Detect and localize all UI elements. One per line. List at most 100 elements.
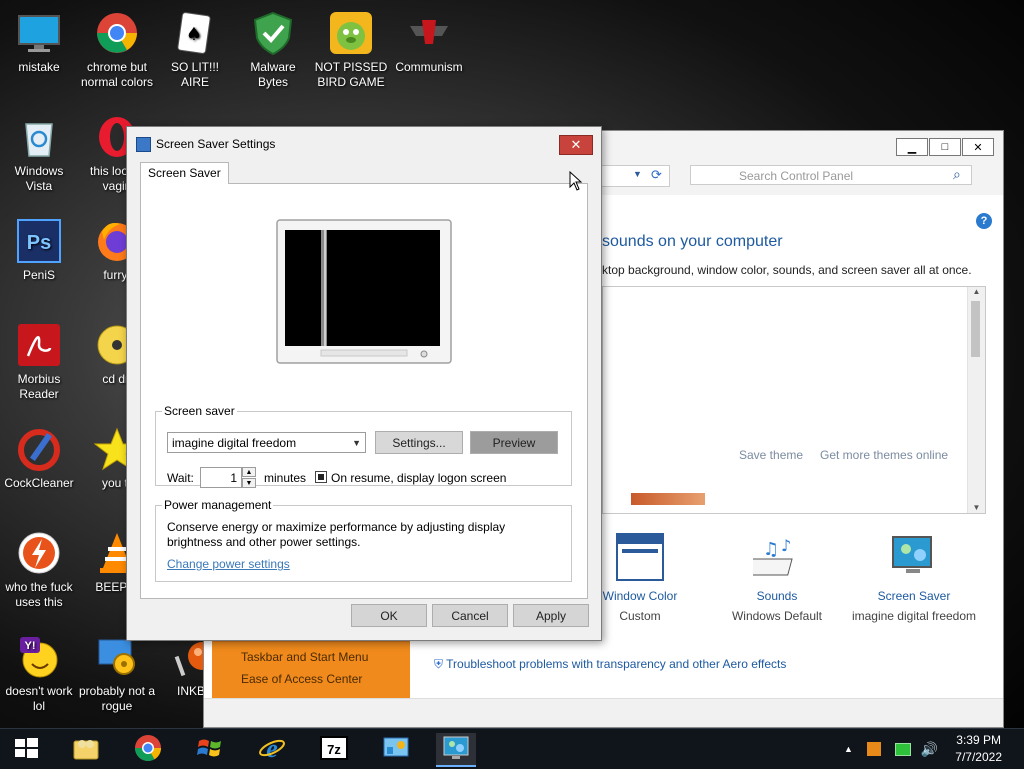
desktop-icon-label: PeniS (22, 268, 56, 282)
volume-icon[interactable]: 🔊 (921, 741, 938, 758)
see-also-ease-of-access-link[interactable]: Ease of Access Center (212, 672, 410, 686)
desktop-icon-label: mistake (18, 60, 60, 74)
window-color-icon (616, 533, 664, 581)
desktop-icon-windows-vista[interactable]: Windows Vista (0, 104, 78, 194)
taskbar-control-panel[interactable] (376, 733, 416, 765)
preview-button[interactable]: Preview (470, 431, 558, 454)
taskbar-internet-explorer[interactable]: e (252, 733, 292, 765)
page-subtitle: ktop background, window color, sounds, a… (602, 263, 972, 277)
taskbar-file-explorer[interactable] (66, 733, 106, 765)
svg-text:Y!: Y! (25, 640, 36, 652)
scroll-thumb[interactable] (971, 301, 980, 357)
resume-label: On resume, display logon screen (331, 471, 507, 485)
file-explorer-icon (71, 733, 101, 766)
desktop-icon-cockcleaner[interactable]: CockCleaner (0, 416, 78, 491)
desktop-icon-morbius-reader[interactable]: Morbius Reader (0, 312, 78, 402)
get-more-themes-link[interactable]: Get more themes online (820, 448, 948, 462)
help-icon[interactable]: ? (976, 213, 992, 229)
show-hidden-icons-icon[interactable]: ▲ (844, 744, 853, 754)
clock[interactable]: 3:39 PM 7/7/2022 (955, 732, 1002, 766)
maximize-button[interactable]: □ (929, 138, 961, 156)
desktop-icon-mistake[interactable]: mistake (0, 0, 78, 75)
chrome-icon (133, 733, 163, 766)
cancel-button[interactable]: Cancel (432, 604, 508, 627)
settings-button[interactable]: Settings... (375, 431, 463, 454)
taskbar-7zip[interactable]: 7z (314, 733, 354, 765)
screen-saver-select[interactable]: imagine digital freedom ▼ (167, 432, 366, 453)
address-dropdown[interactable]: ▼ ⟳ (594, 165, 670, 187)
spin-down-icon[interactable]: ▼ (242, 478, 256, 488)
windows-xp-icon (195, 733, 225, 766)
status-bar (204, 698, 1003, 727)
sounds-item[interactable]: ♫ ♪ Sounds Windows Default (707, 533, 847, 623)
screen-saver-settings-dialog[interactable]: Screen Saver Settings ✕ Screen Saver Scr… (126, 126, 602, 641)
minutes-label: minutes (264, 471, 307, 485)
desktop-icon-chrome[interactable]: chrome but normal colors (78, 0, 156, 90)
start-icon (11, 733, 41, 766)
clock-time: 3:39 PM (956, 733, 1001, 747)
desktop-icon-label: CockCleaner (4, 476, 74, 490)
dialog-close-button[interactable]: ✕ (559, 135, 593, 155)
svg-text:♪: ♪ (781, 536, 791, 555)
refresh-icon[interactable]: ⟳ (651, 167, 662, 183)
desktop-icon-penis[interactable]: Ps PeniS (0, 208, 78, 283)
start-button[interactable] (6, 733, 46, 765)
resume-checkbox[interactable] (315, 471, 327, 483)
see-also-taskbar-link[interactable]: Taskbar and Start Menu (212, 650, 410, 664)
screen-saver-title: Screen Saver (877, 589, 951, 603)
desktop-icon-malware-bytes[interactable]: Malware Bytes (234, 0, 312, 90)
photoshop-icon: Ps (16, 218, 62, 264)
change-power-settings-link[interactable]: Change power settings (167, 557, 290, 571)
bird-game-icon (328, 10, 374, 56)
close-icon: ✕ (973, 141, 983, 154)
search-icon[interactable]: ⌕ (953, 166, 961, 183)
yahoo-messenger-icon: Y! (16, 634, 62, 680)
screen-saver-group: Screen saver imagine digital freedom ▼ S… (155, 404, 572, 488)
page-title: sounds on your computer (602, 233, 783, 250)
search-input[interactable]: Search Control Panel (690, 165, 972, 185)
chrome-icon (94, 10, 140, 56)
taskbar: e 7z ▲ 🔊 3:39 PM 7/7/2022 (0, 728, 1024, 769)
shield-icon (250, 10, 296, 56)
spin-up-icon[interactable]: ▲ (242, 467, 256, 477)
taskbar-screen-saver[interactable] (436, 733, 476, 767)
desktop-icon-communism[interactable]: Communism (390, 0, 468, 75)
svg-text:Ps: Ps (27, 232, 51, 254)
dialog-title: Screen Saver Settings (156, 137, 276, 151)
chevron-down-icon: ▼ (633, 169, 642, 179)
scroll-down-icon[interactable]: ▼ (968, 503, 985, 512)
network-icon[interactable] (894, 742, 911, 756)
troubleshoot-link[interactable]: ⛨ Troubleshoot problems with transparenc… (434, 657, 786, 672)
close-button[interactable]: ✕ (962, 138, 994, 156)
svg-text:7z: 7z (327, 742, 341, 757)
mouse-cursor-icon (569, 170, 583, 191)
theme-list[interactable]: ▲ ▼ Save theme Get more themes online (602, 286, 986, 514)
desktop-icon-doesnt-work-lol[interactable]: Y! doesn't work lol (0, 624, 78, 714)
apply-button[interactable]: Apply (513, 604, 589, 627)
control-panel-icon (381, 733, 411, 766)
wait-spinner[interactable]: 1 ▲ ▼ (200, 467, 258, 488)
desktop-icon-who-the-fuck-uses-this[interactable]: who the fuck uses this (0, 520, 78, 610)
svg-text:♫: ♫ (763, 539, 779, 560)
ok-button[interactable]: OK (351, 604, 427, 627)
desktop-icon-label: Communism (395, 60, 463, 74)
desktop-icon-label: chrome but normal colors (80, 60, 154, 89)
taskbar-chrome[interactable] (128, 733, 168, 765)
theme-list-scrollbar[interactable]: ▲ ▼ (967, 287, 985, 513)
wait-input[interactable]: 1 (200, 467, 242, 488)
svg-text:e: e (266, 734, 278, 763)
taskbar-windows-xp[interactable] (190, 733, 230, 765)
desktop-icon-so-lit-aire[interactable]: ♠ SO LIT!!! AIRE (156, 0, 234, 90)
minimize-button[interactable]: ▁ (896, 138, 928, 156)
save-theme-link[interactable]: Save theme (739, 448, 803, 462)
theme-thumbnail[interactable] (631, 493, 705, 505)
scroll-up-icon[interactable]: ▲ (968, 287, 985, 296)
screen-saver-item[interactable]: Screen Saver imagine digital freedom (844, 533, 984, 623)
dialog-titlebar[interactable]: Screen Saver Settings ✕ (127, 127, 601, 159)
see-also-panel: Taskbar and Start Menu Ease of Access Ce… (212, 641, 410, 698)
wait-label: Wait: (167, 471, 194, 485)
desktop-icon-label: Morbius Reader (17, 372, 61, 401)
tab-screen-saver[interactable]: Screen Saver (140, 162, 229, 184)
desktop-icon-not-pissed-bird-game[interactable]: NOT PISSED BIRD GAME (312, 0, 390, 90)
tray-app-icon[interactable] (866, 742, 881, 756)
